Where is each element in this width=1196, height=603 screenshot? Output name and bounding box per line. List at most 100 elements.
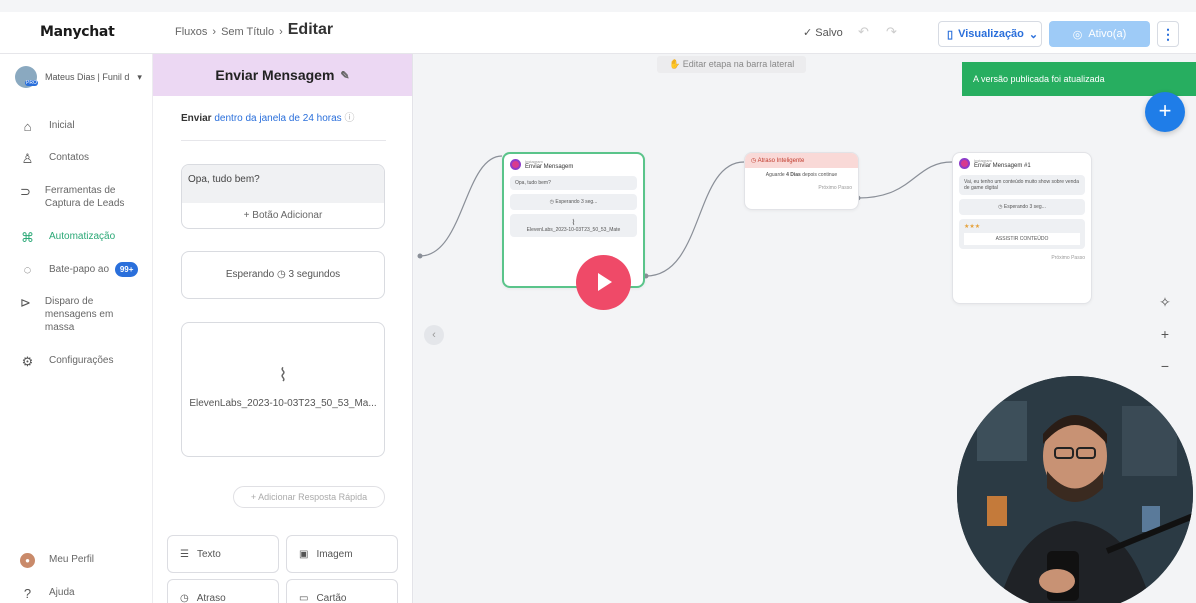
magic-wand-icon[interactable]: ✧ (1158, 294, 1172, 311)
home-icon: ⌂ (23, 119, 32, 134)
tool-image-button[interactable]: ▣ Imagem (286, 535, 398, 573)
breadcrumb-separator-icon: › (212, 25, 217, 38)
app-logo[interactable]: Manychat (40, 24, 115, 40)
send-prefix: Enviar (181, 113, 212, 124)
collapse-panel-icon[interactable]: ‹ (424, 325, 444, 345)
panel-header: Enviar Mensagem ✎ (153, 54, 412, 96)
tool-label: Atraso (196, 592, 226, 603)
info-icon[interactable]: ⓘ (344, 113, 354, 124)
wait-text: Esperando ◷ 3 segundos (225, 269, 341, 280)
tool-delay-button[interactable]: ◷ Atraso (167, 579, 279, 603)
page-title: Editar (287, 21, 334, 38)
add-quick-reply-button[interactable]: + Adicionar Resposta Rápida (233, 486, 385, 508)
add-node-button[interactable]: + (1145, 92, 1185, 132)
account-avatar (15, 66, 38, 88)
message-card: Opa, tudo bem? + Botão Adicionar (181, 164, 385, 229)
delay-amount: 4 Dias (786, 172, 801, 178)
flow-node-smart-delay[interactable]: ◷ Atraso Inteligente Aguarde 4 Dias depo… (744, 152, 859, 210)
sidebar-item-automation[interactable]: ⌘ Automatização (20, 230, 115, 245)
automation-icon: ⌘ (21, 230, 34, 245)
send-window-link[interactable]: dentro da janela de 24 horas (214, 113, 341, 124)
presenter-video (957, 376, 1193, 603)
divider (181, 140, 386, 141)
sidebar-item-label: Meu Perfil (49, 554, 95, 565)
sidebar-item-label: Automatização (49, 231, 116, 242)
account-switcher[interactable]: Mateus Dias | Funil d ▾ (15, 66, 142, 88)
sidebar-item-contatos[interactable]: ♙ Contatos (20, 151, 89, 166)
sidebar: Mateus Dias | Funil d ▾ ⌂ Inicial ♙ Cont… (0, 54, 153, 603)
top-bar: Manychat Fluxos › Sem Título › Editar ✓ … (0, 12, 1196, 54)
node-header: Instagram Enviar Mensagem (504, 154, 643, 173)
node-file-name: ElevenLabs_2023-10-03T23_50_53_Mate (526, 227, 621, 233)
preview-label: Visualização (958, 28, 1024, 40)
gear-icon: ⚙ (21, 354, 34, 369)
sidebar-item-help[interactable]: ? Ajuda (20, 586, 75, 601)
play-video-button[interactable] (576, 255, 631, 310)
zoom-in-icon[interactable]: + (1158, 326, 1172, 342)
message-text-field[interactable]: Opa, tudo bem? (182, 165, 384, 203)
active-toggle-button[interactable]: ◎ Ativo(a) (1049, 21, 1150, 47)
sidebar-item-label: Contatos (49, 152, 90, 163)
delay-prefix: Aguarde (765, 172, 785, 178)
text-icon: ☰ (180, 548, 189, 560)
sidebar-item-inicial[interactable]: ⌂ Inicial (20, 119, 75, 134)
send-window-line: Enviar dentro da janela de 24 horas ⓘ (181, 109, 354, 124)
wait-card[interactable]: Esperando ◷ 3 segundos (181, 251, 385, 299)
tool-text-button[interactable]: ☰ Texto (167, 535, 279, 573)
redo-icon[interactable]: ↷ (886, 24, 897, 40)
breadcrumb-untitled[interactable]: Sem Título (221, 26, 274, 38)
preview-button[interactable]: ▯ Visualização ⌄ (938, 21, 1042, 47)
file-card[interactable]: ⌇ ElevenLabs_2023-10-03T23_50_53_Ma... (181, 322, 385, 457)
chevron-down-icon: ⌄ (1028, 28, 1039, 41)
sidebar-item-label: Bate-papo ao (49, 264, 110, 275)
zoom-out-icon[interactable]: − (1158, 358, 1172, 374)
user-icon: ♙ (21, 151, 34, 166)
node-next-step[interactable]: Próximo Passo (745, 182, 858, 194)
tool-card-button[interactable]: ▭ Cartão (286, 579, 398, 603)
node-title: Enviar Mensagem (525, 164, 574, 170)
file-card-body: ⌇ ElevenLabs_2023-10-03T23_50_53_Ma... (182, 365, 384, 409)
node-cta-block: ★★★ ASSISTIR CONTEÚDO (959, 219, 1085, 249)
flow-canvas[interactable]: ✋ Editar etapa na barra lateral A versão… (414, 54, 1196, 603)
more-options-icon[interactable]: ⋮ (1157, 21, 1179, 47)
connector-line (857, 161, 953, 199)
node-header: Instagram Enviar Mensagem #1 (953, 153, 1091, 172)
sidebar-item-broadcast[interactable]: ⊳ Disparo de mensagens em massa (20, 295, 120, 334)
card-icon: ▭ (299, 592, 309, 603)
node-cta-button: ASSISTIR CONTEÚDO (964, 233, 1080, 245)
flow-node-send-message-1[interactable]: Instagram Enviar Mensagem #1 Vai, eu ten… (952, 152, 1092, 304)
sidebar-item-label: Ajuda (49, 587, 75, 598)
node-next-step[interactable]: Próximo Passo (953, 252, 1091, 264)
undo-icon[interactable]: ↶ (858, 24, 869, 40)
image-icon: ▣ (299, 548, 309, 560)
instagram-icon (959, 158, 970, 169)
add-button-button[interactable]: + Botão Adicionar (182, 203, 384, 228)
node-wait: ◷ Esperando 3 seg... (959, 199, 1085, 215)
chevron-down-icon: ▾ (137, 71, 142, 82)
webcam-overlay (957, 376, 1193, 603)
clock-icon: ◷ (751, 158, 757, 164)
tool-label: Cartão (316, 592, 347, 603)
sidebar-item-live-chat[interactable]: ◌ Bate-papo ao 99+ (20, 262, 139, 277)
node-message: Opa, tudo bem? (510, 176, 637, 190)
account-name: Mateus Dias | Funil d (45, 72, 130, 82)
breadcrumb-flows[interactable]: Fluxos (175, 26, 207, 38)
breadcrumb: Fluxos › Sem Título › Editar (175, 21, 334, 39)
sidebar-item-lead-capture[interactable]: ⊃ Ferramentas de Captura de Leads (20, 184, 135, 210)
delay-suffix: depois continue (802, 172, 838, 178)
sidebar-item-label: Ferramentas de Captura de Leads (44, 185, 125, 209)
sidebar-item-label: Disparo de mensagens em massa (44, 296, 114, 333)
hint-text: Editar etapa na barra lateral (682, 59, 795, 69)
sidebar-item-profile[interactable]: ● Meu Perfil (20, 553, 94, 568)
pencil-icon[interactable]: ✎ (340, 69, 349, 82)
paperclip-icon: ⌇ (571, 218, 576, 227)
connector-line (419, 155, 503, 257)
sidebar-item-settings[interactable]: ⚙ Configurações (20, 354, 114, 369)
connector-dot (417, 253, 423, 259)
sidebar-edit-hint: ✋ Editar etapa na barra lateral (657, 56, 807, 73)
node-message: Vai, eu tenho um conteúdo muito show sob… (959, 175, 1085, 195)
check-circle-icon: ◎ (1072, 28, 1083, 41)
breadcrumb-separator-icon: › (279, 25, 283, 38)
paperclip-icon: ⌇ (278, 365, 288, 385)
magnet-icon: ⊃ (20, 184, 31, 199)
